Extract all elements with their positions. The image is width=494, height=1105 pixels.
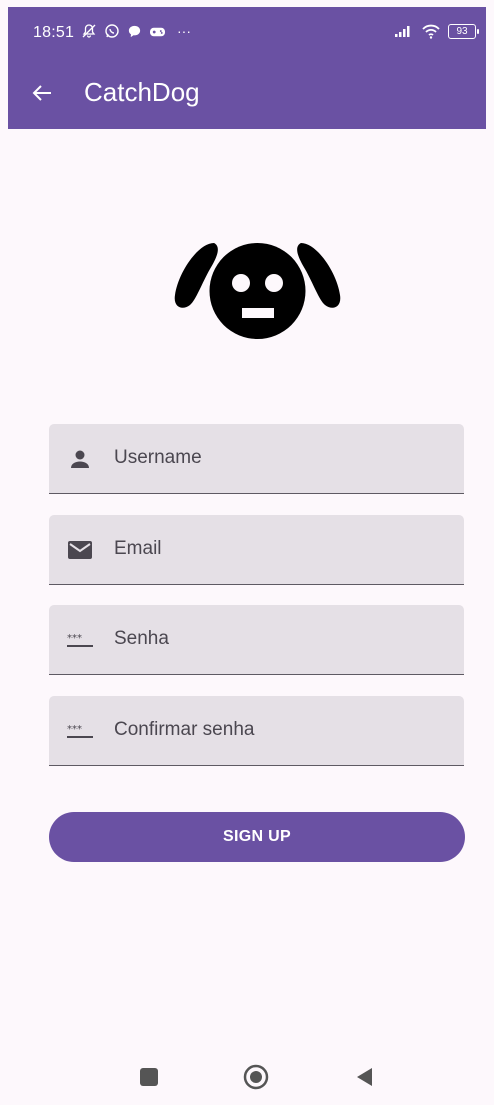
password-icon: *** bbox=[65, 716, 95, 746]
wifi-icon bbox=[422, 24, 440, 39]
more-notifications-indicator: ··· bbox=[177, 23, 191, 39]
app-title: CatchDog bbox=[84, 77, 200, 107]
username-field[interactable] bbox=[49, 424, 464, 494]
mute-icon bbox=[82, 24, 96, 38]
recent-apps-button[interactable] bbox=[135, 1063, 163, 1091]
mail-icon bbox=[65, 535, 95, 565]
circle-icon bbox=[243, 1064, 269, 1090]
notification-icons: ··· bbox=[81, 23, 191, 39]
phone-screen: 18:51 ··· 93 CatchDog Username Email ***… bbox=[8, 7, 486, 1105]
battery-icon: 93 bbox=[448, 23, 479, 39]
battery-level: 93 bbox=[456, 25, 468, 37]
game-icon bbox=[150, 27, 165, 36]
password-icon: *** bbox=[65, 625, 95, 655]
status-time: 18:51 bbox=[33, 24, 75, 41]
email-field[interactable] bbox=[49, 515, 464, 585]
square-icon bbox=[140, 1068, 158, 1086]
whatsapp-icon bbox=[105, 24, 119, 38]
password-field[interactable]: *** bbox=[49, 605, 464, 675]
password-input[interactable] bbox=[114, 605, 444, 673]
email-input[interactable] bbox=[114, 515, 444, 583]
triangle-left-icon bbox=[357, 1068, 372, 1086]
person-icon bbox=[65, 444, 95, 474]
back-button[interactable] bbox=[28, 79, 56, 107]
system-status-icons: 93 bbox=[394, 23, 479, 39]
dog-face-logo bbox=[174, 243, 341, 339]
home-button[interactable] bbox=[242, 1063, 270, 1091]
username-input[interactable] bbox=[114, 424, 444, 492]
system-navigation-bar bbox=[8, 1045, 486, 1105]
confirm-password-input[interactable] bbox=[114, 696, 444, 764]
confirm-password-field[interactable]: *** bbox=[49, 696, 464, 766]
status-bar: 18:51 ··· 93 bbox=[8, 7, 486, 57]
back-nav-button[interactable] bbox=[351, 1063, 379, 1091]
chat-icon bbox=[128, 25, 141, 37]
svg-text:***: *** bbox=[67, 724, 82, 735]
svg-text:***: *** bbox=[67, 633, 82, 644]
signal-icon bbox=[395, 26, 410, 37]
signup-button[interactable]: SIGN UP bbox=[49, 812, 465, 862]
arrow-left-icon bbox=[32, 85, 51, 101]
app-bar: CatchDog bbox=[8, 57, 486, 129]
